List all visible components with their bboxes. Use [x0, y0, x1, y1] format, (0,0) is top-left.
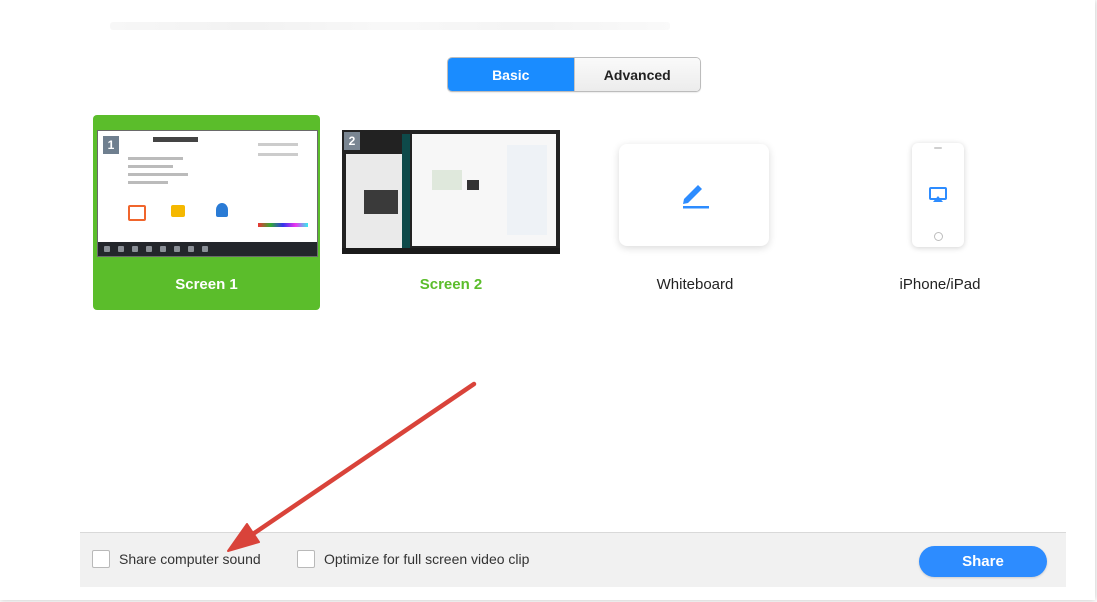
- iphone-ipad-label: iPhone/iPad: [899, 276, 981, 293]
- tab-advanced[interactable]: Advanced: [573, 58, 700, 91]
- whiteboard-label: Whiteboard: [656, 276, 734, 293]
- tab-basic[interactable]: Basic: [448, 58, 574, 91]
- phone-illustration: [912, 143, 964, 247]
- share-button[interactable]: Share: [919, 546, 1047, 577]
- optimize-video-label: Optimize for full screen video clip: [324, 551, 530, 567]
- bottom-bar: Share computer sound Optimize for full s…: [80, 532, 1066, 587]
- screen-number-badge: 2: [344, 132, 360, 150]
- screen-2-thumbnail: 2: [342, 130, 560, 254]
- checkbox-box[interactable]: [297, 550, 315, 568]
- screen-number-badge: 1: [103, 136, 119, 154]
- share-option-screen-1[interactable]: 1 Screen 1: [93, 115, 320, 310]
- screen-1-label: Screen 1: [175, 276, 238, 293]
- mode-tabs: Basic Advanced: [447, 57, 701, 92]
- airplay-icon: [928, 185, 948, 210]
- header-remnant: [110, 22, 670, 30]
- share-option-iphone-ipad[interactable]: iPhone/iPad: [880, 140, 1000, 310]
- share-screen-dialog: Basic Advanced 1 Screen 1 2 Screen 2 Whi…: [0, 0, 1095, 600]
- checkbox-box[interactable]: [92, 550, 110, 568]
- screen-2-label: Screen 2: [419, 276, 483, 293]
- screen-1-thumbnail: 1: [97, 130, 318, 257]
- pen-icon: [676, 175, 712, 216]
- whiteboard-card: [619, 144, 769, 246]
- optimize-video-checkbox[interactable]: Optimize for full screen video clip: [297, 550, 529, 568]
- share-sound-checkbox[interactable]: Share computer sound: [92, 550, 261, 568]
- share-sound-label: Share computer sound: [119, 551, 261, 567]
- share-option-screen-2[interactable]: 2 Screen 2: [342, 130, 560, 310]
- share-option-whiteboard[interactable]: Whiteboard: [615, 140, 775, 310]
- taskbar: [98, 242, 317, 256]
